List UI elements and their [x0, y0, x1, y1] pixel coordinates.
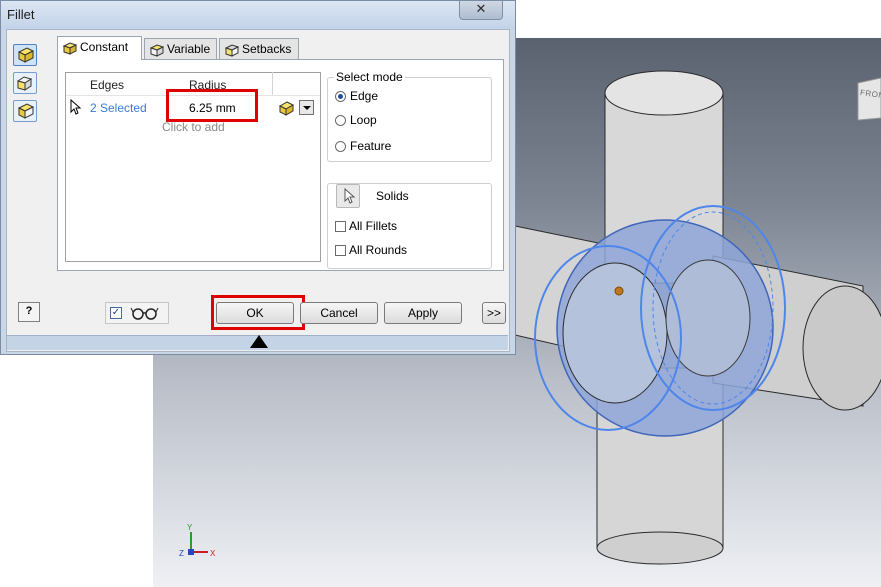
full-round-fillet-icon: [17, 103, 35, 119]
more-options-button[interactable]: >>: [482, 302, 506, 324]
help-button[interactable]: ?: [18, 302, 40, 322]
radius-annotation-box: [166, 89, 258, 122]
select-mode-feature-radio[interactable]: Feature: [335, 139, 391, 153]
tab-setbacks[interactable]: Setbacks: [219, 38, 299, 60]
fillet-type-edge-button[interactable]: [13, 44, 37, 66]
tab-setbacks-label: Setbacks: [242, 42, 292, 56]
face-fillet-icon: [16, 76, 33, 91]
help-icon: ?: [25, 305, 33, 317]
sphere-opening-left: [562, 262, 668, 404]
select-mode-legend: Select mode: [334, 70, 405, 84]
dialog-titlebar[interactable]: Fillet ✕: [1, 1, 515, 29]
glasses-preview-icon: [130, 307, 159, 320]
top-arm-cap: [604, 70, 724, 116]
close-button[interactable]: ✕: [459, 1, 503, 20]
selected-edges-cell[interactable]: 2 Selected: [90, 101, 147, 115]
expand-arrow-icon[interactable]: [250, 335, 268, 348]
dialog-title: Fillet: [7, 7, 35, 22]
cursor-arrow-icon: [70, 99, 82, 115]
tab-constant[interactable]: Constant: [57, 36, 142, 60]
pointer-select-icon: [344, 187, 356, 204]
click-to-add-row[interactable]: Click to add: [162, 120, 225, 134]
select-edges-icon[interactable]: [278, 100, 294, 116]
triad-x-label: X: [210, 549, 216, 558]
tab-variable-label: Variable: [167, 42, 211, 56]
solids-select-button[interactable]: [336, 184, 360, 208]
cancel-button[interactable]: Cancel: [300, 302, 378, 324]
radio-indicator[interactable]: [335, 115, 346, 126]
select-mode-loop-radio[interactable]: Loop: [335, 113, 377, 127]
all-rounds-checkbox[interactable]: All Rounds: [335, 243, 407, 257]
checkbox-box[interactable]: [335, 221, 346, 232]
triad-y-label: Y: [187, 523, 193, 532]
column-header-edges[interactable]: Edges: [90, 78, 124, 92]
tab-variable[interactable]: Variable: [144, 38, 217, 60]
all-fillets-checkbox[interactable]: All Fillets: [335, 219, 397, 233]
tab-constant-label: Constant: [80, 40, 129, 54]
right-arm-cap: [802, 285, 881, 411]
preview-checkbox[interactable]: ✓: [110, 307, 122, 319]
radio-edge-label: Edge: [350, 89, 379, 103]
fillet-type-full-round-button[interactable]: [13, 100, 37, 122]
constant-fillet-icon: [62, 41, 78, 61]
all-fillets-label: All Fillets: [349, 219, 398, 233]
fillet-type-face-button[interactable]: [13, 72, 37, 94]
radius-dropdown-button[interactable]: [299, 100, 314, 115]
axis-triad: Y X Z: [179, 523, 216, 558]
select-mode-edge-radio[interactable]: Edge: [335, 89, 378, 103]
bottom-arm-cap: [596, 531, 724, 565]
all-rounds-label: All Rounds: [349, 243, 408, 257]
radio-indicator[interactable]: [335, 91, 346, 102]
triad-z-label: Z: [179, 549, 184, 558]
apply-button[interactable]: Apply: [384, 302, 462, 324]
solids-label: Solids: [376, 189, 409, 203]
ok-annotation-box: [211, 295, 305, 330]
radio-indicator[interactable]: [335, 141, 346, 152]
radio-loop-label: Loop: [350, 113, 377, 127]
edge-fillet-icon: [17, 47, 35, 63]
radio-feature-label: Feature: [350, 139, 392, 153]
column-divider: [272, 72, 273, 96]
checkbox-box[interactable]: [335, 245, 346, 256]
origin-marker: [614, 286, 624, 296]
